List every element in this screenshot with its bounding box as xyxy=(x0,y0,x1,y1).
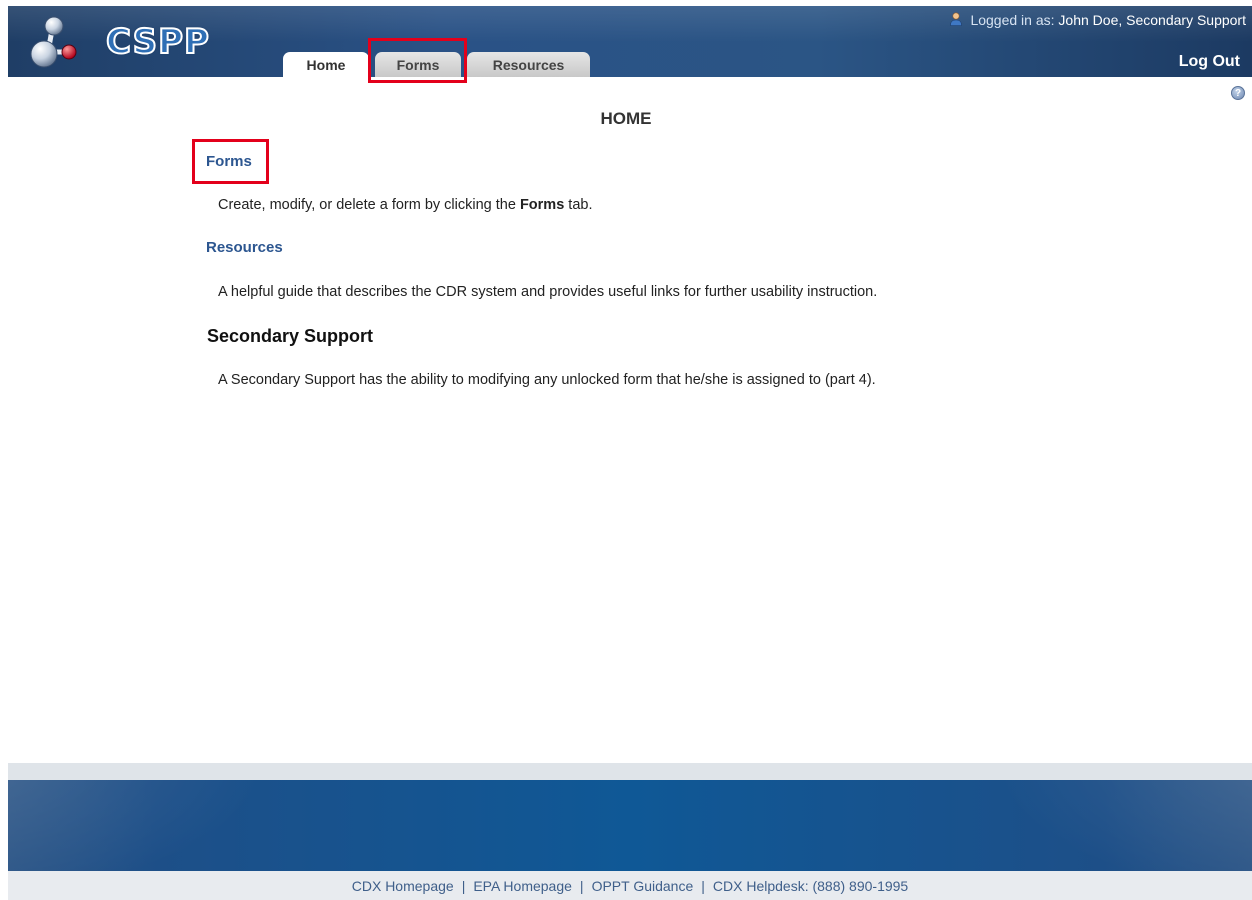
molecule-icon xyxy=(30,16,77,68)
forms-description: Create, modify, or delete a form by clic… xyxy=(218,197,593,213)
login-info: Logged in as: John Doe, Secondary Suppor… xyxy=(949,12,1246,28)
user-icon xyxy=(949,12,962,26)
footer-separator: | xyxy=(701,877,705,894)
footer-link-cdx-homepage[interactable]: CDX Homepage xyxy=(352,878,454,894)
secondary-support-description: A Secondary Support has the ability to m… xyxy=(218,372,876,388)
forms-description-end: tab. xyxy=(564,197,593,213)
footer-link-oppt-guidance[interactable]: OPPT Guidance xyxy=(592,878,694,894)
app-header: CSPP Logged in as: John Doe, Secondary S… xyxy=(8,6,1252,77)
footer-separator: | xyxy=(461,877,466,894)
resources-description: A helpful guide that describes the CDR s… xyxy=(218,284,878,300)
footer-banner xyxy=(8,780,1252,871)
logout-link[interactable]: Log Out xyxy=(1179,53,1240,71)
forms-link[interactable]: Forms xyxy=(206,153,252,170)
login-prefix: Logged in as: xyxy=(970,12,1055,28)
forms-description-start: Create, modify, or delete a form by clic… xyxy=(218,197,520,213)
help-icon[interactable]: ? xyxy=(1231,86,1245,100)
footer-separator: | xyxy=(579,877,584,894)
footer-divider xyxy=(8,763,1252,780)
footer-link-epa-homepage[interactable]: EPA Homepage xyxy=(473,878,572,894)
footer-link-cdx-helpdesk[interactable]: CDX Helpdesk: (888) 890-1995 xyxy=(713,878,908,894)
forms-description-bold: Forms xyxy=(519,197,565,213)
secondary-support-heading: Secondary Support xyxy=(207,326,374,346)
user-name: John Doe, Secondary Support xyxy=(1058,12,1246,28)
tab-resources[interactable]: Resources xyxy=(467,52,590,77)
cspp-logo[interactable]: CSPP xyxy=(26,12,210,68)
tab-forms[interactable]: Forms xyxy=(375,52,461,77)
resources-link[interactable]: Resources xyxy=(206,239,283,256)
logo-text: CSPP xyxy=(105,21,210,63)
footer-links: CDX Homepage | EPA Homepage | OPPT Guida… xyxy=(8,871,1252,900)
page-title: HOME xyxy=(600,109,652,128)
tab-home[interactable]: Home xyxy=(283,52,369,77)
